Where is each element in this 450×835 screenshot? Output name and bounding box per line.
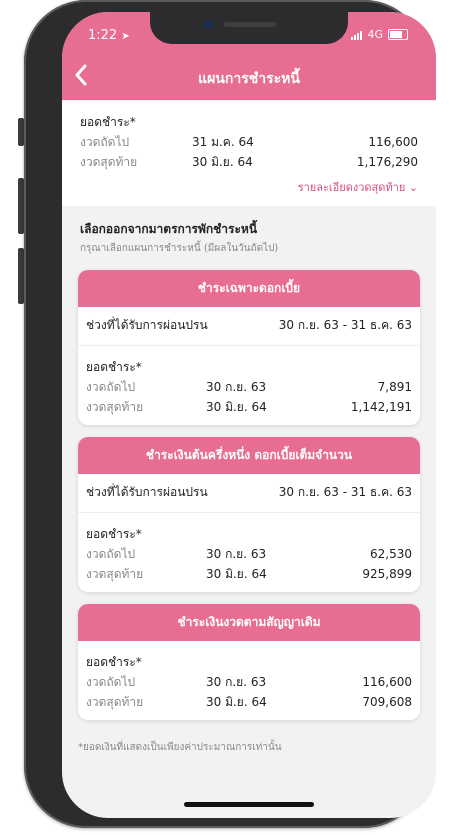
page-title: แผนการชำระหนี้ [198,71,300,87]
plan-row-label: งวดถัดไป [86,675,136,689]
main-content: ยอดชำระ* งวดถัดไป 31 ม.ค. 64 116,600 งวด… [62,100,436,763]
plan-row: งวดสุดท้าย 30 มิ.ย. 64 1,142,191 [86,397,412,417]
plan-row-label: งวดสุดท้าย [86,400,144,414]
summary-pay-label: ยอดชำระ* [80,115,136,129]
last-installment-detail-link[interactable]: รายละเอียดงวดสุดท้าย ⌄ [80,178,418,196]
plan-option-title[interactable]: ชำระเฉพาะดอกเบี้ย [78,270,420,307]
detail-link-label: รายละเอียดงวดสุดท้าย [297,181,406,194]
plan-row-label: งวดสุดท้าย [86,695,144,709]
current-summary: ยอดชำระ* งวดถัดไป 31 ม.ค. 64 116,600 งวด… [62,100,436,206]
plan-option-body: ยอดชำระ* งวดถัดไป 30 ก.ย. 63 62,530 งวดส… [78,513,420,592]
relief-period-label: ช่วงที่ได้รับการผ่อนปรน [86,318,208,332]
plan-row-amount: 7,891 [377,380,412,394]
plan-row-date: 30 มิ.ย. 64 [206,695,267,709]
location-arrow-icon: ➤ [121,31,130,42]
plan-option-title[interactable]: ชำระเงินต้นครึ่งหนึ่ง ดอกเบี้ยเต็มจำนวน [78,437,420,474]
relief-period-row: ช่วงที่ได้รับการผ่อนปรน 30 ก.ย. 63 - 31 … [78,474,420,513]
chevron-down-icon: ⌄ [408,181,418,194]
summary-row-amount: 116,600 [368,135,418,149]
plan-pay-label: ยอดชำระ* [86,360,142,374]
plan-row: งวดสุดท้าย 30 มิ.ย. 64 925,899 [86,564,412,584]
relief-period-value: 30 ก.ย. 63 - 31 ธ.ค. 63 [278,485,412,499]
plan-row: งวดถัดไป 30 ก.ย. 63 116,600 [86,672,412,692]
plan-option-card[interactable]: ชำระเงินงวดตามสัญญาเดิม ยอดชำระ* งวดถัดไ… [78,604,420,720]
summary-row-date: 30 มิ.ย. 64 [192,155,253,169]
section-title: เลือกออกจากมาตรการพักชำระหนี้ [80,222,258,236]
plan-row-amount: 709,608 [362,695,412,709]
plan-row-date: 30 มิ.ย. 64 [206,567,267,581]
speaker-grille [224,22,276,27]
status-time-label: 1:22 [88,28,118,43]
summary-row-label: งวดถัดไป [80,135,130,149]
section-subtitle: กรุณาเลือกแผนการชำระหนี้ (มีผลในวันถัดไป… [80,243,279,254]
plan-option-title[interactable]: ชำระเงินงวดตามสัญญาเดิม [78,604,420,641]
home-indicator[interactable] [184,802,314,807]
summary-row-label: งวดสุดท้าย [80,155,138,169]
plan-row: งวดสุดท้าย 30 มิ.ย. 64 709,608 [86,692,412,712]
plan-row-date: 30 ก.ย. 63 [206,380,267,394]
relief-period-value: 30 ก.ย. 63 - 31 ธ.ค. 63 [278,318,412,332]
plan-option-body: ยอดชำระ* งวดถัดไป 30 ก.ย. 63 116,600 งวด… [78,641,420,720]
notch [150,12,348,44]
relief-period-label: ช่วงที่ได้รับการผ่อนปรน [86,485,208,499]
plan-option-card[interactable]: ชำระเฉพาะดอกเบี้ย ช่วงที่ได้รับการผ่อนปร… [78,270,420,425]
phone-frame: 1:22 ➤ 4G แผนการชำระหนี้ ยอดชำระ* งวดถัด… [24,0,436,828]
plan-row-date: 30 ก.ย. 63 [206,675,267,689]
plan-row-label: งวดสุดท้าย [86,567,144,581]
plan-option-body: ยอดชำระ* งวดถัดไป 30 ก.ย. 63 7,891 งวดสุ… [78,346,420,425]
summary-row: งวดถัดไป 31 ม.ค. 64 116,600 [80,132,418,152]
plan-row-label: งวดถัดไป [86,380,136,394]
network-label: 4G [367,28,383,41]
battery-icon [388,29,408,40]
status-time: 1:22 ➤ [88,28,130,43]
plan-row-amount: 62,530 [370,547,412,561]
relief-period-row: ช่วงที่ได้รับการผ่อนปรน 30 ก.ย. 63 - 31 … [78,307,420,346]
phone-screen: 1:22 ➤ 4G แผนการชำระหนี้ ยอดชำระ* งวดถัด… [62,12,436,818]
status-indicators: 4G [351,28,408,41]
plan-row-label: งวดถัดไป [86,547,136,561]
signal-icon [351,30,363,40]
plan-row-amount: 1,142,191 [350,400,412,414]
summary-row-amount: 1,176,290 [356,155,418,169]
plan-row: งวดถัดไป 30 ก.ย. 63 7,891 [86,377,412,397]
plan-row-date: 30 มิ.ย. 64 [206,400,267,414]
summary-row-date: 31 ม.ค. 64 [192,135,254,149]
plan-row-amount: 116,600 [362,675,412,689]
plan-section-header: เลือกออกจากมาตรการพักชำระหนี้ กรุณาเลือก… [62,206,436,262]
disclaimer-footnote: *ยอดเงินที่แสดงเป็นเพียงค่าประมาณการเท่า… [78,742,282,753]
camera-icon [204,20,213,29]
plan-row-date: 30 ก.ย. 63 [206,547,267,561]
plan-option-card[interactable]: ชำระเงินต้นครึ่งหนึ่ง ดอกเบี้ยเต็มจำนวน … [78,437,420,592]
plan-row-amount: 925,899 [362,567,412,581]
plan-pay-label: ยอดชำระ* [86,655,142,669]
plan-row: งวดถัดไป 30 ก.ย. 63 62,530 [86,544,412,564]
summary-row: งวดสุดท้าย 30 มิ.ย. 64 1,176,290 [80,152,418,172]
plan-pay-label: ยอดชำระ* [86,527,142,541]
